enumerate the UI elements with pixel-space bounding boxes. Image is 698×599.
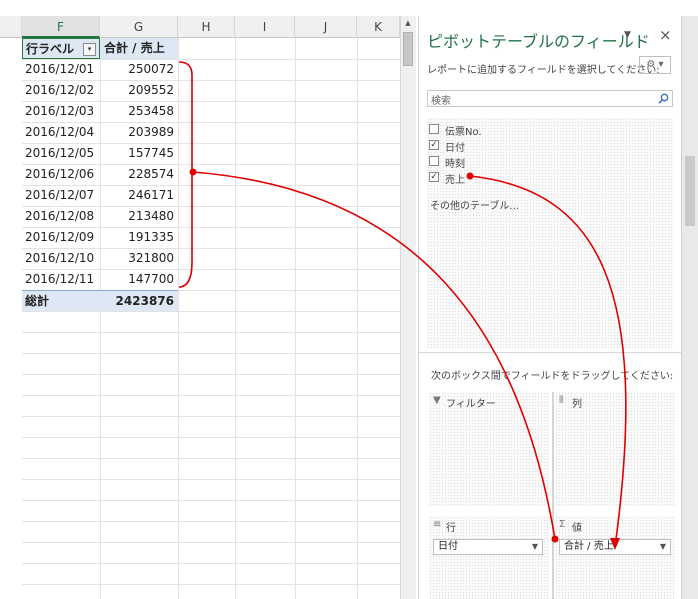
- annotation-arrow-sales: [469, 175, 627, 548]
- annotation-overlay: [178, 61, 627, 550]
- annotation-bracket: [178, 61, 193, 288]
- annotation-arrowhead: [610, 538, 620, 550]
- annotation-arrow-rows: [192, 171, 556, 540]
- annotation-dot-row-field: [551, 535, 559, 543]
